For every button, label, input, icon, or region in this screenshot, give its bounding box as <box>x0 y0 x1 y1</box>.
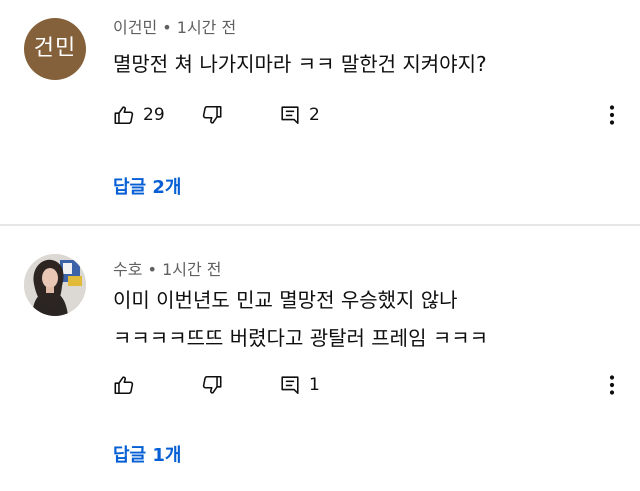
view-replies-link[interactable]: 답글 2개 <box>113 173 181 199</box>
comment-icon <box>279 104 301 126</box>
author-name[interactable]: 이건민 <box>113 18 157 37</box>
comment-time[interactable]: 1시간 전 <box>177 18 236 37</box>
comment-actions: 29 2 <box>113 101 623 129</box>
comment-text-line-1: 이미 이번년도 민교 멸망전 우승했지 않나 <box>113 288 458 312</box>
comment-2: 수호 • 1시간 전 이미 이번년도 민교 멸망전 우승했지 않나 ㅋㅋㅋㅋ뜨뜨… <box>0 226 640 491</box>
comment-meta: 수호 • 1시간 전 <box>113 256 222 280</box>
thumbs-down-icon <box>201 104 223 126</box>
comment-icon <box>279 374 301 396</box>
avatar[interactable]: 건민 <box>24 18 86 80</box>
dislike-button[interactable] <box>201 101 223 129</box>
comment-actions: 1 <box>113 371 623 399</box>
avatar-photo <box>24 254 86 316</box>
more-options-button[interactable] <box>601 371 623 399</box>
comment-1: 건민 이건민 • 1시간 전 멸망전 쳐 나가지마라 ㅋㅋ 말한건 지켜야지? … <box>0 0 640 224</box>
dislike-button[interactable] <box>201 371 223 399</box>
view-replies-link[interactable]: 답글 1개 <box>113 441 181 467</box>
reply-button[interactable]: 1 <box>279 371 320 399</box>
like-button[interactable]: 29 <box>113 101 165 129</box>
thumbs-down-icon <box>201 374 223 396</box>
like-count: 29 <box>143 105 165 125</box>
avatar-initials: 건민 <box>33 36 77 61</box>
author-name[interactable]: 수호 <box>113 260 142 279</box>
thumbs-up-icon <box>113 104 135 126</box>
thumbs-up-icon <box>113 374 135 396</box>
meta-separator: • <box>157 18 177 37</box>
comment-text: 멸망전 쳐 나가지마라 ㅋㅋ 말한건 지켜야지? <box>113 52 487 76</box>
comment-time[interactable]: 1시간 전 <box>162 260 221 279</box>
reply-count: 2 <box>309 105 320 125</box>
more-options-button[interactable] <box>601 101 623 129</box>
more-vert-icon <box>609 374 615 396</box>
like-button[interactable] <box>113 371 143 399</box>
reply-button[interactable]: 2 <box>279 101 320 129</box>
comment-text-line-2: ㅋㅋㅋㅋ뜨뜨 버렸다고 광탈러 프레임 ㅋㅋㅋ <box>113 326 489 350</box>
comment-meta: 이건민 • 1시간 전 <box>113 14 236 38</box>
meta-separator: • <box>142 260 163 279</box>
reply-count: 1 <box>309 375 320 395</box>
more-vert-icon <box>609 104 615 126</box>
avatar[interactable] <box>24 254 86 316</box>
